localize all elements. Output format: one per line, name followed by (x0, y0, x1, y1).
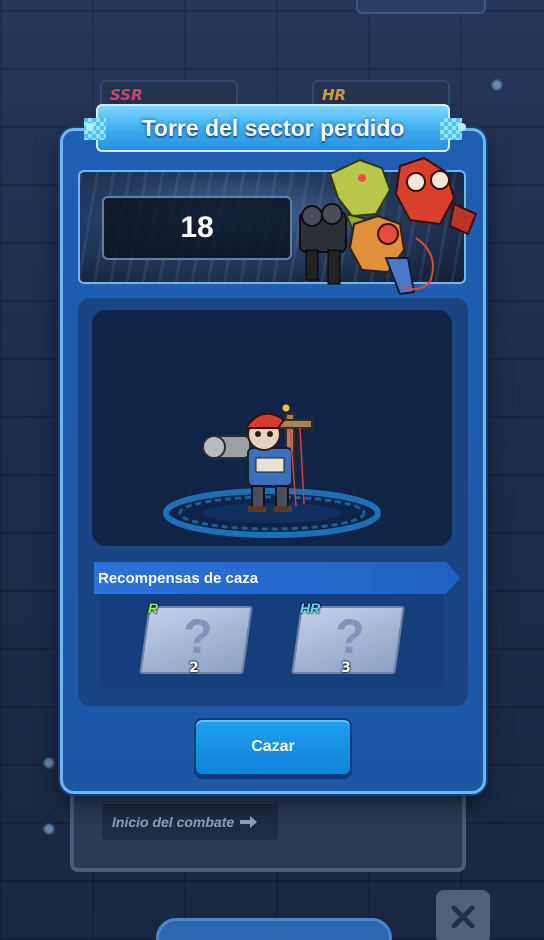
robot-monster-icon (299, 203, 347, 285)
rewards-title: Recompensas de caza (94, 562, 460, 594)
background-bottom-button (156, 918, 392, 940)
reward-rarity-badge: HR (300, 600, 321, 616)
close-button (436, 890, 490, 940)
start-battle-button: Inicio del combate (102, 804, 278, 840)
sparkle-dot (44, 758, 54, 768)
monster-preview-art (163, 403, 381, 538)
reward-rarity-badge: R (148, 600, 159, 616)
background-top-button (356, 0, 486, 14)
background-card-rarity: HR (322, 86, 347, 104)
banner-pin (458, 123, 466, 131)
reward-item[interactable]: ? 2 R (139, 600, 253, 676)
floor-number: 18 (102, 196, 292, 260)
modal-title: Torre del sector perdido (84, 104, 462, 152)
arrow-right-icon (240, 816, 258, 828)
reward-item[interactable]: ? 3 HR (291, 600, 405, 676)
reward-count: 3 (341, 660, 351, 676)
question-mark-icon: ? (183, 611, 213, 664)
question-mark-icon: ? (335, 611, 365, 664)
hunt-button[interactable]: Cazar (194, 718, 352, 776)
demon-monster-icon (394, 156, 478, 236)
monster-group-art (299, 156, 478, 296)
sparkle-dot (44, 824, 54, 834)
background-card-rarity: SSR (110, 86, 143, 104)
sparkle-dot (492, 80, 502, 90)
close-icon (451, 905, 475, 929)
background-title (56, 0, 196, 8)
monster-preview (92, 310, 452, 546)
reward-count: 2 (189, 660, 199, 676)
start-battle-label: Inicio del combate (112, 814, 235, 830)
puppet-monster-icon (348, 214, 434, 296)
banner-pin (86, 123, 94, 131)
